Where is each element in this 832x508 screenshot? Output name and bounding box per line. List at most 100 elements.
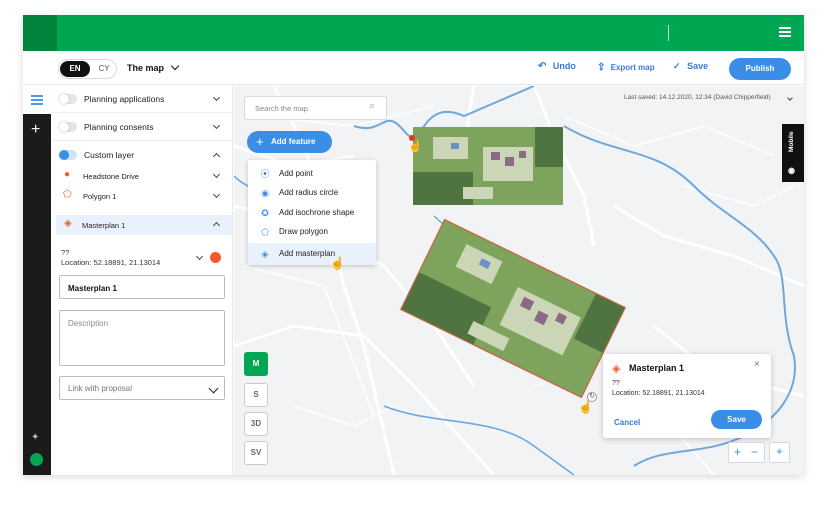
list-icon [31, 95, 43, 105]
save-button[interactable]: ✓ Save [673, 61, 708, 72]
popup-cancel-button[interactable]: Cancel [614, 418, 640, 427]
undo-icon: ↶ [538, 61, 547, 72]
map-canvas[interactable]: Search the map ⌕ Last saved: 14.12.2020,… [234, 86, 804, 475]
lang-en-option[interactable]: EN [60, 61, 90, 77]
layer-label: Planning consents [84, 122, 154, 132]
layers-icon: ◈ [64, 218, 72, 229]
menu-item-label: Add isochrone shape [279, 208, 355, 217]
popup-location: Location: 52.18891, 21.13014 [612, 390, 705, 397]
plan-trees [535, 127, 563, 167]
chevron-down-icon[interactable] [212, 121, 221, 130]
toolbar: EN CY The map ↶ Undo ⇪ Export map ✓ Save… [23, 51, 804, 85]
undo-label: Undo [552, 61, 576, 71]
info-location: Location: 52.18891, 21.13014 [61, 258, 161, 267]
menu-item-label: Add radius circle [279, 188, 339, 197]
masterplan-popup: ◈ Masterplan 1 × ?? Location: 52.18891, … [603, 354, 771, 438]
masterplan-overlay-preview[interactable] [413, 127, 563, 205]
last-saved-text: Last saved: 14.12.2020, 12:34 (David Chi… [624, 94, 771, 101]
zoom-in-icon[interactable]: + [734, 445, 741, 459]
popup-q: ?? [612, 380, 620, 387]
add-feature-menu: ⦿ Add point ◉ Add radius circle ✪ Add is… [248, 160, 376, 265]
mobile-label: Mobile [788, 131, 795, 152]
info-q: ?? [61, 248, 70, 257]
mobile-preview-tab[interactable]: Mobile ◉ [782, 124, 804, 182]
add-feature-button[interactable]: + Add feature [247, 131, 332, 153]
layer-row-planning-consents[interactable]: Planning consents [51, 114, 233, 141]
menu-item-add-point[interactable]: ⦿ Add point [248, 164, 376, 184]
menu-item-add-masterplan[interactable]: ◈ Add masterplan [248, 243, 376, 265]
lang-cy-option[interactable]: CY [92, 61, 116, 77]
polygon-icon: ⬠ [261, 227, 269, 237]
view-map-button[interactable]: M [244, 352, 268, 376]
hand-cursor-icon: ☝ [578, 400, 593, 414]
layers-icon: ◈ [612, 363, 621, 375]
search-input[interactable]: Search the map [244, 96, 387, 120]
chevron-down-icon [208, 383, 219, 394]
sub-item-polygon-1[interactable]: ⬠ Polygon 1 [51, 186, 233, 206]
menu-item-add-radius-circle[interactable]: ◉ Add radius circle [248, 183, 376, 203]
name-field[interactable]: Masterplan 1 [59, 275, 225, 299]
view-streetview-button[interactable]: SV [244, 441, 268, 465]
radius-icon: ◉ [261, 188, 269, 198]
chevron-down-icon[interactable] [195, 252, 204, 261]
layer-toggle[interactable] [59, 122, 77, 132]
locate-icon[interactable]: ⌖ [769, 442, 790, 463]
close-icon[interactable]: × [754, 359, 760, 370]
chevron-up-icon[interactable] [212, 221, 221, 230]
chevron-down-icon[interactable] [212, 170, 221, 179]
export-label: Export map [610, 63, 655, 72]
divider [668, 25, 669, 41]
isochrone-icon: ✪ [261, 208, 269, 218]
magic-wand-icon[interactable]: ✦ [31, 432, 39, 443]
add-icon[interactable]: + [31, 122, 40, 138]
hamburger-menu-icon[interactable] [779, 27, 791, 37]
map-selector[interactable]: The map [127, 61, 180, 73]
layer-toggle[interactable] [59, 94, 77, 104]
eye-icon: ◉ [788, 166, 795, 175]
zoom-controls: + − [728, 442, 765, 463]
chevron-down-icon[interactable] [212, 190, 221, 199]
logo [23, 15, 57, 51]
app-window: EN CY The map ↶ Undo ⇪ Export map ✓ Save… [23, 15, 804, 475]
publish-button[interactable]: Publish [729, 58, 791, 80]
sub-item-masterplan-1[interactable]: ◈ Masterplan 1 [56, 215, 232, 235]
layer-row-planning-applications[interactable]: Planning applications [51, 86, 233, 113]
menu-item-label: Add masterplan [279, 249, 336, 258]
layer-row-custom-layer[interactable]: Custom layer [51, 142, 233, 169]
sub-item-headstone-drive[interactable]: ● Headstone Drive [51, 166, 233, 186]
popup-save-button[interactable]: Save [711, 410, 762, 429]
plan-building [491, 152, 500, 160]
masterplan-info: ?? Location: 52.18891, 21.13014 [61, 248, 160, 268]
hand-cursor-icon: ☝ [330, 256, 345, 270]
chevron-down-icon[interactable] [212, 93, 221, 102]
menu-item-draw-polygon[interactable]: ⬠ Draw polygon [248, 222, 376, 242]
language-toggle[interactable]: EN CY [58, 59, 117, 79]
layer-toggle[interactable] [59, 150, 77, 160]
brand-logo-icon [30, 453, 43, 466]
sub-item-label: Masterplan 1 [82, 221, 126, 230]
map-title: The map [127, 63, 165, 73]
pin-icon: ● [64, 169, 71, 180]
chevron-up-icon[interactable] [212, 152, 221, 161]
add-feature-label: Add feature [271, 137, 316, 146]
export-map-button[interactable]: ⇪ Export map [597, 62, 655, 73]
menu-item-add-isochrone[interactable]: ✪ Add isochrone shape [248, 203, 376, 223]
search-icon[interactable]: ⌕ [369, 100, 375, 113]
zoom-out-icon[interactable]: − [751, 445, 758, 459]
view-3d-button[interactable]: 3D [244, 412, 268, 436]
link-proposal-label: Link with proposal [68, 384, 133, 393]
color-swatch[interactable] [210, 252, 221, 263]
top-bar [23, 15, 804, 51]
save-label: Save [687, 61, 709, 71]
undo-button[interactable]: ↶ Undo [538, 61, 576, 72]
last-saved-info: Last saved: 14.12.2020, 12:34 (David Chi… [624, 94, 793, 101]
layers-tab[interactable] [23, 86, 51, 114]
description-field[interactable]: Description [59, 310, 225, 366]
link-proposal-select[interactable]: Link with proposal [59, 376, 225, 400]
view-satellite-button[interactable]: S [244, 383, 268, 407]
sub-item-label: Polygon 1 [83, 192, 117, 201]
export-icon: ⇪ [597, 62, 606, 73]
plan-building [505, 157, 514, 166]
layer-label: Planning applications [84, 94, 165, 104]
pin-icon: ⦿ [260, 169, 270, 179]
